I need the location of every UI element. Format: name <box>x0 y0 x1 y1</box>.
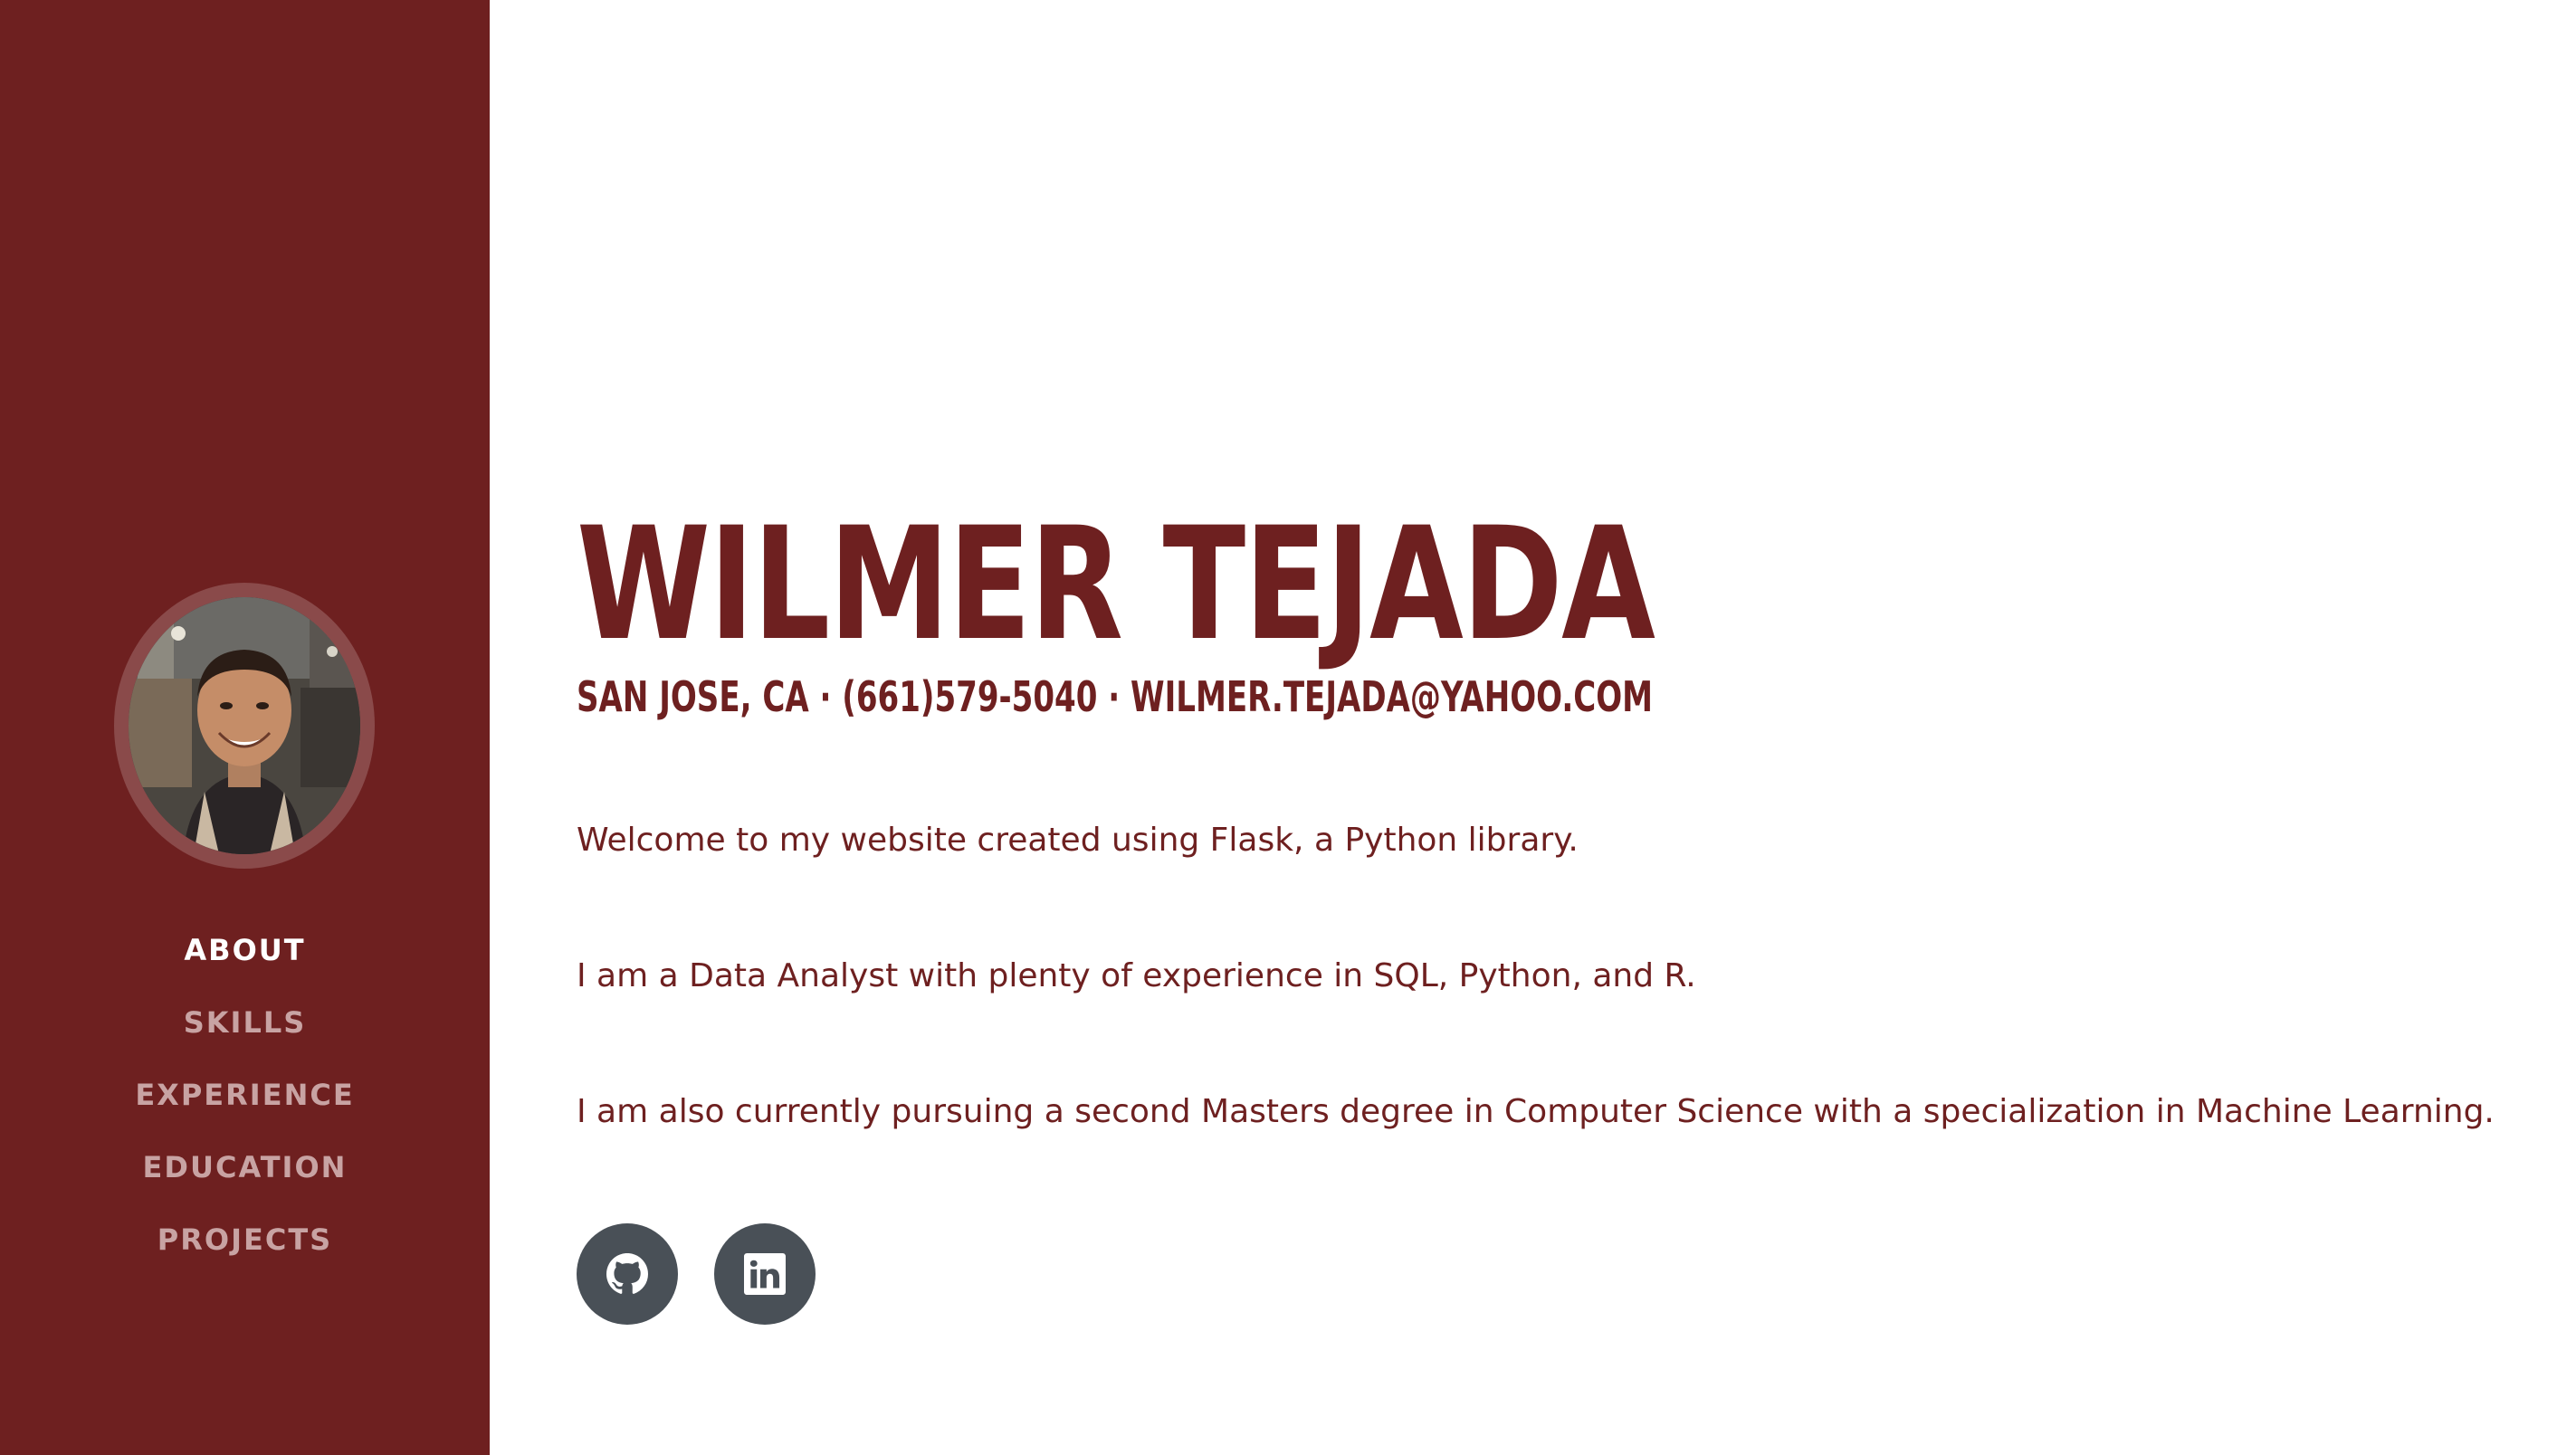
contact-line: SAN JOSE, CA · (661)579-5040 · WILMER.TE… <box>577 672 1654 721</box>
sidebar-nav: ABOUT SKILLS EXPERIENCE EDUCATION PROJEC… <box>0 914 490 1276</box>
avatar-photo <box>129 597 360 854</box>
github-icon <box>606 1253 648 1294</box>
sidebar: ABOUT SKILLS EXPERIENCE EDUCATION PROJEC… <box>0 0 490 1455</box>
nav-item-experience: EXPERIENCE <box>0 1059 490 1131</box>
avatar-image <box>129 597 360 854</box>
nav-link-experience[interactable]: EXPERIENCE <box>135 1078 354 1112</box>
nav-item-education: EDUCATION <box>0 1131 490 1203</box>
experience-paragraph: I am a Data Analyst with plenty of exper… <box>577 957 1696 994</box>
nav-link-skills[interactable]: SKILLS <box>184 1005 307 1040</box>
intro-paragraph: Welcome to my website created using Flas… <box>577 822 1579 859</box>
github-button[interactable] <box>577 1223 678 1325</box>
linkedin-button[interactable] <box>714 1223 816 1325</box>
linkedin-icon <box>744 1253 786 1295</box>
social-links <box>577 1223 816 1325</box>
nav-link-projects[interactable]: PROJECTS <box>157 1222 332 1257</box>
education-paragraph: I am also currently pursuing a second Ma… <box>577 1093 2495 1130</box>
page-title: WILMER TEJADA <box>577 493 1655 675</box>
nav-link-education[interactable]: EDUCATION <box>143 1150 348 1184</box>
page: ABOUT SKILLS EXPERIENCE EDUCATION PROJEC… <box>0 0 2576 1455</box>
nav-link-about[interactable]: ABOUT <box>184 933 305 967</box>
nav-item-skills: SKILLS <box>0 986 490 1059</box>
nav-item-about: ABOUT <box>0 914 490 986</box>
nav-item-projects: PROJECTS <box>0 1203 490 1276</box>
about-section: WILMER TEJADA SAN JOSE, CA · (661)579-50… <box>577 0 2523 1455</box>
avatar[interactable] <box>114 583 375 869</box>
